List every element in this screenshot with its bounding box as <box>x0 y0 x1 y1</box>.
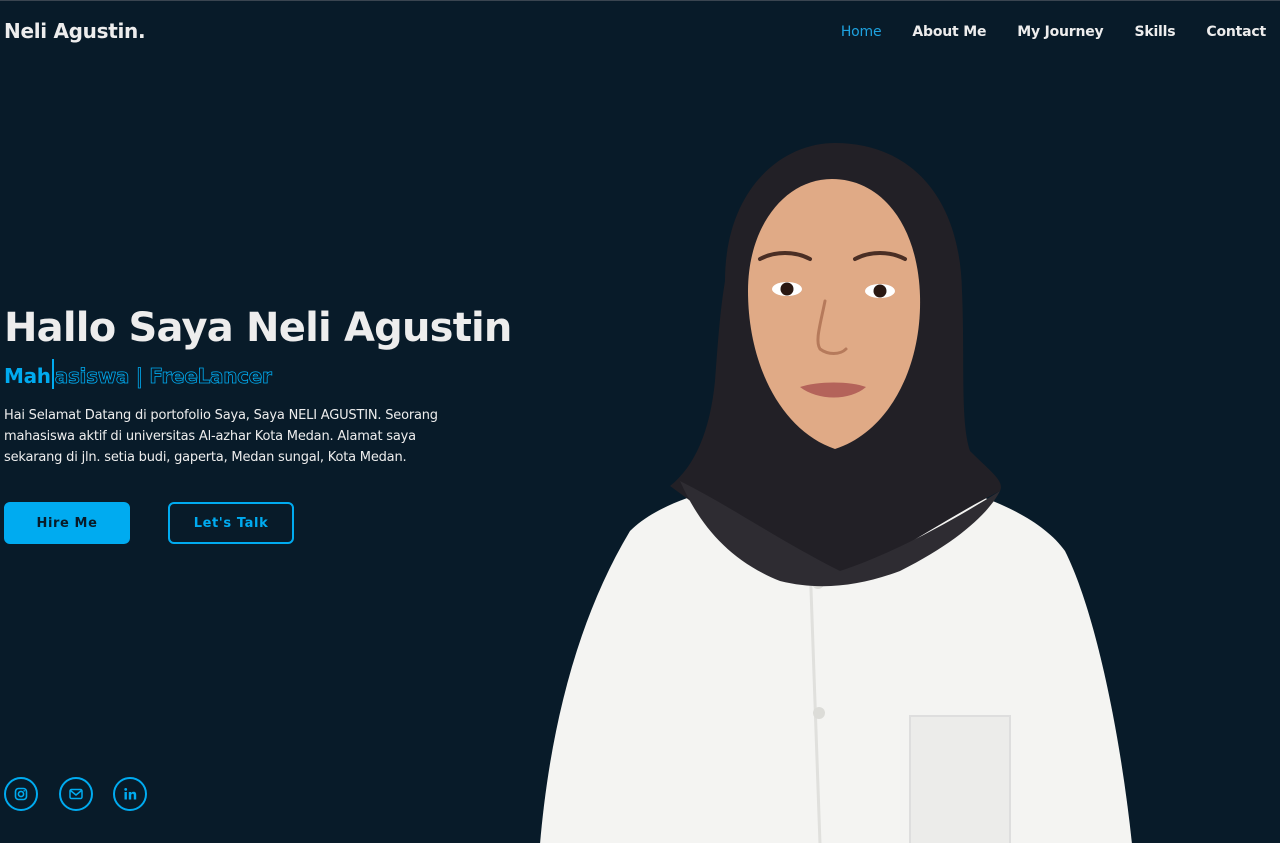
mail-icon <box>69 788 83 800</box>
lets-talk-button[interactable]: Let's Talk <box>168 502 294 544</box>
subtitle-outline-text: asiswa | FreeLancer <box>54 364 272 389</box>
mail-link[interactable] <box>59 777 93 811</box>
linkedin-link[interactable] <box>113 777 147 811</box>
site-logo[interactable]: Neli Agustin. <box>4 19 146 43</box>
profile-photo <box>540 143 1132 843</box>
typing-cursor <box>51 359 54 389</box>
main-nav: Home About Me My Journey Skills Contact <box>810 24 1266 40</box>
hire-me-button[interactable]: Hire Me <box>4 502 130 544</box>
nav-about-me[interactable]: About Me <box>912 24 986 40</box>
subtitle-typed-text: Mah <box>4 364 51 388</box>
hero-subtitle: Mah asiswa | FreeLancer <box>4 359 272 389</box>
instagram-link[interactable] <box>4 777 38 811</box>
nav-my-journey[interactable]: My Journey <box>1017 24 1103 40</box>
instagram-icon <box>14 787 28 801</box>
nav-skills[interactable]: Skills <box>1134 24 1175 40</box>
nav-home[interactable]: Home <box>841 24 882 40</box>
hero-page: Neli Agustin. Home About Me My Journey S… <box>0 0 1280 843</box>
linkedin-icon <box>124 788 137 800</box>
nav-contact[interactable]: Contact <box>1206 24 1266 40</box>
hero-description: Hai Selamat Datang di portofolio Saya, S… <box>4 408 438 465</box>
hero-title: Hallo Saya Neli Agustin <box>4 305 512 351</box>
